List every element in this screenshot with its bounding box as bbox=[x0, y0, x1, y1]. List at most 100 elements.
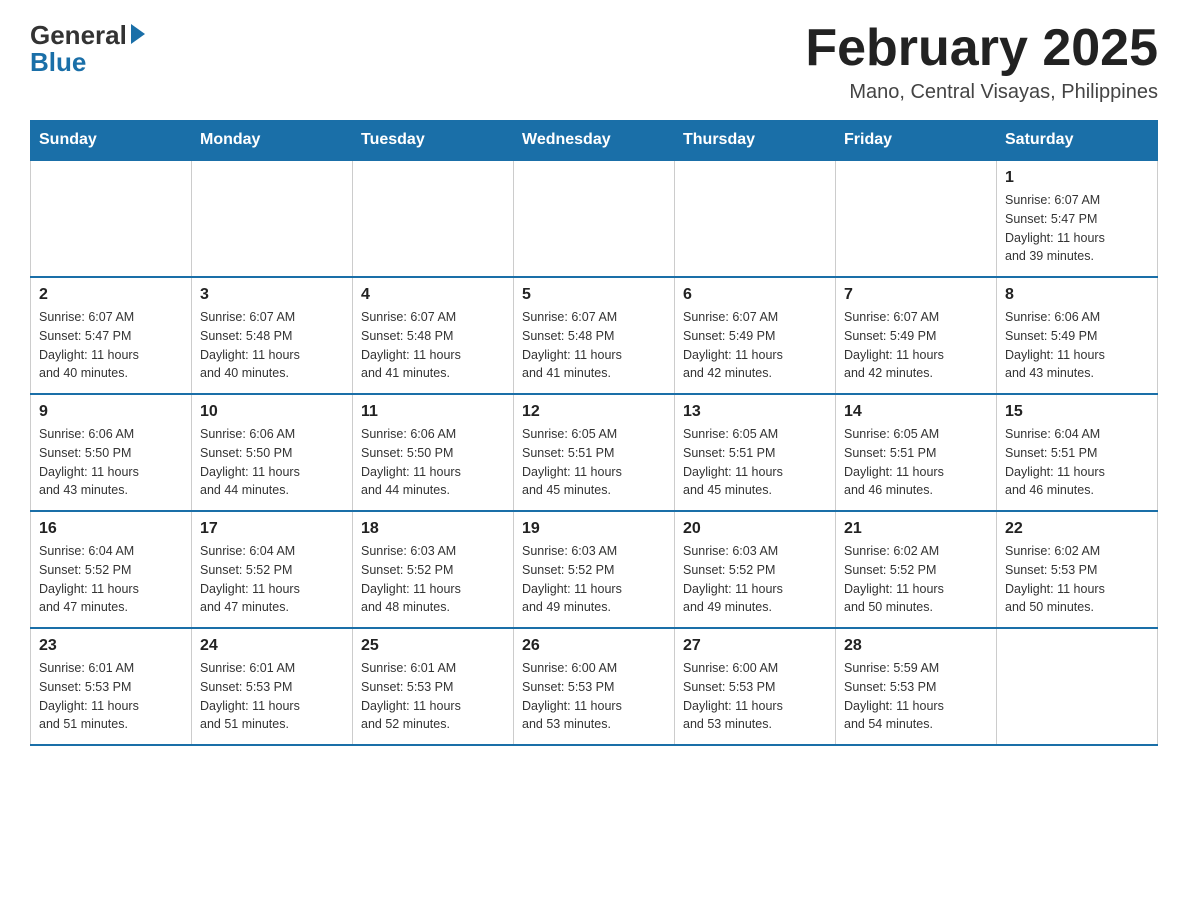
day-number: 22 bbox=[1005, 520, 1149, 538]
day-number: 7 bbox=[844, 286, 988, 304]
calendar-cell: 9 Sunrise: 6:06 AM Sunset: 5:50 PM Daylig… bbox=[31, 394, 192, 511]
calendar-cell: 26 Sunrise: 6:00 AM Sunset: 5:53 PM Dayli… bbox=[514, 628, 675, 745]
day-number: 19 bbox=[522, 520, 666, 538]
day-info: Sunrise: 6:03 AM Sunset: 5:52 PM Dayligh… bbox=[361, 542, 505, 617]
calendar-cell: 13 Sunrise: 6:05 AM Sunset: 5:51 PM Dayli… bbox=[675, 394, 836, 511]
calendar-cell: 28 Sunrise: 5:59 AM Sunset: 5:53 PM Dayli… bbox=[836, 628, 997, 745]
calendar-cell: 10 Sunrise: 6:06 AM Sunset: 5:50 PM Dayli… bbox=[192, 394, 353, 511]
calendar-cell: 12 Sunrise: 6:05 AM Sunset: 5:51 PM Dayli… bbox=[514, 394, 675, 511]
day-info: Sunrise: 6:05 AM Sunset: 5:51 PM Dayligh… bbox=[522, 425, 666, 500]
day-info: Sunrise: 6:07 AM Sunset: 5:48 PM Dayligh… bbox=[361, 308, 505, 383]
day-number: 12 bbox=[522, 403, 666, 421]
column-header-friday: Friday bbox=[836, 121, 997, 161]
calendar-cell: 11Sunrise: 6:06 AM Sunset: 5:50 PM Dayli… bbox=[353, 394, 514, 511]
day-info: Sunrise: 6:07 AM Sunset: 5:48 PM Dayligh… bbox=[200, 308, 344, 383]
calendar-week-row: 9 Sunrise: 6:06 AM Sunset: 5:50 PM Daylig… bbox=[31, 394, 1158, 511]
column-header-tuesday: Tuesday bbox=[353, 121, 514, 161]
day-number: 6 bbox=[683, 286, 827, 304]
day-number: 27 bbox=[683, 637, 827, 655]
day-info: Sunrise: 6:07 AM Sunset: 5:49 PM Dayligh… bbox=[844, 308, 988, 383]
column-header-sunday: Sunday bbox=[31, 121, 192, 161]
column-header-saturday: Saturday bbox=[997, 121, 1158, 161]
day-info: Sunrise: 6:06 AM Sunset: 5:50 PM Dayligh… bbox=[39, 425, 183, 500]
day-number: 18 bbox=[361, 520, 505, 538]
calendar-cell: 23Sunrise: 6:01 AM Sunset: 5:53 PM Dayli… bbox=[31, 628, 192, 745]
calendar-cell bbox=[192, 160, 353, 277]
calendar-cell: 6 Sunrise: 6:07 AM Sunset: 5:49 PM Daylig… bbox=[675, 277, 836, 394]
day-info: Sunrise: 6:07 AM Sunset: 5:47 PM Dayligh… bbox=[1005, 191, 1149, 266]
calendar-cell bbox=[675, 160, 836, 277]
day-number: 14 bbox=[844, 403, 988, 421]
day-info: Sunrise: 6:05 AM Sunset: 5:51 PM Dayligh… bbox=[683, 425, 827, 500]
calendar-cell: 16 Sunrise: 6:04 AM Sunset: 5:52 PM Dayli… bbox=[31, 511, 192, 628]
day-info: Sunrise: 6:06 AM Sunset: 5:49 PM Dayligh… bbox=[1005, 308, 1149, 383]
calendar-cell: 27 Sunrise: 6:00 AM Sunset: 5:53 PM Dayli… bbox=[675, 628, 836, 745]
day-info: Sunrise: 6:01 AM Sunset: 5:53 PM Dayligh… bbox=[200, 659, 344, 734]
day-info: Sunrise: 6:04 AM Sunset: 5:52 PM Dayligh… bbox=[200, 542, 344, 617]
calendar-week-row: 23 Sunrise: 6:01 AM Sunset: 5:53 PM Dayli… bbox=[31, 628, 1158, 745]
month-title: February 2025 bbox=[805, 20, 1158, 77]
day-number: 23 bbox=[39, 637, 183, 655]
calendar-header-row: SundayMondayTuesdayWednesdayThursdayFrid… bbox=[31, 121, 1158, 161]
calendar-cell: 15Sunrise: 6:04 AM Sunset: 5:51 PM Dayli… bbox=[997, 394, 1158, 511]
day-number: 25 bbox=[361, 637, 505, 655]
calendar-cell bbox=[997, 628, 1158, 745]
day-number: 11 bbox=[361, 403, 505, 421]
logo: General Blue bbox=[30, 20, 145, 78]
calendar-cell bbox=[31, 160, 192, 277]
day-number: 13 bbox=[683, 403, 827, 421]
calendar-cell bbox=[514, 160, 675, 277]
day-info: Sunrise: 6:00 AM Sunset: 5:53 PM Dayligh… bbox=[522, 659, 666, 734]
day-number: 10 bbox=[200, 403, 344, 421]
calendar-cell: 5 Sunrise: 6:07 AM Sunset: 5:48 PM Daylig… bbox=[514, 277, 675, 394]
day-number: 3 bbox=[200, 286, 344, 304]
calendar-week-row: 16 Sunrise: 6:04 AM Sunset: 5:52 PM Dayli… bbox=[31, 511, 1158, 628]
day-number: 2 bbox=[39, 286, 183, 304]
calendar-cell: 17Sunrise: 6:04 AM Sunset: 5:52 PM Dayli… bbox=[192, 511, 353, 628]
day-info: Sunrise: 6:03 AM Sunset: 5:52 PM Dayligh… bbox=[683, 542, 827, 617]
day-number: 28 bbox=[844, 637, 988, 655]
logo-arrow-icon bbox=[131, 24, 145, 44]
calendar-week-row: 2 Sunrise: 6:07 AM Sunset: 5:47 PM Daylig… bbox=[31, 277, 1158, 394]
day-number: 16 bbox=[39, 520, 183, 538]
calendar-cell: 20 Sunrise: 6:03 AM Sunset: 5:52 PM Dayli… bbox=[675, 511, 836, 628]
day-info: Sunrise: 6:00 AM Sunset: 5:53 PM Dayligh… bbox=[683, 659, 827, 734]
calendar-cell: 19 Sunrise: 6:03 AM Sunset: 5:52 PM Dayli… bbox=[514, 511, 675, 628]
column-header-monday: Monday bbox=[192, 121, 353, 161]
calendar-cell: 14 Sunrise: 6:05 AM Sunset: 5:51 PM Dayli… bbox=[836, 394, 997, 511]
day-info: Sunrise: 6:07 AM Sunset: 5:47 PM Dayligh… bbox=[39, 308, 183, 383]
calendar-cell: 24 Sunrise: 6:01 AM Sunset: 5:53 PM Dayli… bbox=[192, 628, 353, 745]
day-number: 21 bbox=[844, 520, 988, 538]
day-number: 26 bbox=[522, 637, 666, 655]
day-info: Sunrise: 6:01 AM Sunset: 5:53 PM Dayligh… bbox=[361, 659, 505, 734]
day-number: 24 bbox=[200, 637, 344, 655]
calendar-cell: 8Sunrise: 6:06 AM Sunset: 5:49 PM Daylig… bbox=[997, 277, 1158, 394]
calendar-cell: 22Sunrise: 6:02 AM Sunset: 5:53 PM Dayli… bbox=[997, 511, 1158, 628]
calendar-week-row: 1 Sunrise: 6:07 AM Sunset: 5:47 PM Daylig… bbox=[31, 160, 1158, 277]
day-info: Sunrise: 6:07 AM Sunset: 5:49 PM Dayligh… bbox=[683, 308, 827, 383]
day-number: 9 bbox=[39, 403, 183, 421]
title-section: February 2025 Mano, Central Visayas, Phi… bbox=[805, 20, 1158, 104]
day-info: Sunrise: 6:05 AM Sunset: 5:51 PM Dayligh… bbox=[844, 425, 988, 500]
calendar-cell bbox=[836, 160, 997, 277]
column-header-thursday: Thursday bbox=[675, 121, 836, 161]
column-header-wednesday: Wednesday bbox=[514, 121, 675, 161]
day-number: 5 bbox=[522, 286, 666, 304]
day-info: Sunrise: 6:03 AM Sunset: 5:52 PM Dayligh… bbox=[522, 542, 666, 617]
calendar-cell bbox=[353, 160, 514, 277]
day-number: 1 bbox=[1005, 169, 1149, 187]
calendar-cell: 3 Sunrise: 6:07 AM Sunset: 5:48 PM Daylig… bbox=[192, 277, 353, 394]
day-number: 4 bbox=[361, 286, 505, 304]
location-subtitle: Mano, Central Visayas, Philippines bbox=[805, 81, 1158, 104]
calendar-cell: 7 Sunrise: 6:07 AM Sunset: 5:49 PM Daylig… bbox=[836, 277, 997, 394]
calendar-cell: 4 Sunrise: 6:07 AM Sunset: 5:48 PM Daylig… bbox=[353, 277, 514, 394]
day-info: Sunrise: 5:59 AM Sunset: 5:53 PM Dayligh… bbox=[844, 659, 988, 734]
day-number: 20 bbox=[683, 520, 827, 538]
day-info: Sunrise: 6:07 AM Sunset: 5:48 PM Dayligh… bbox=[522, 308, 666, 383]
calendar-cell: 2 Sunrise: 6:07 AM Sunset: 5:47 PM Daylig… bbox=[31, 277, 192, 394]
day-number: 15 bbox=[1005, 403, 1149, 421]
day-info: Sunrise: 6:06 AM Sunset: 5:50 PM Dayligh… bbox=[200, 425, 344, 500]
logo-blue-text: Blue bbox=[30, 47, 86, 78]
calendar-cell: 21Sunrise: 6:02 AM Sunset: 5:52 PM Dayli… bbox=[836, 511, 997, 628]
day-info: Sunrise: 6:04 AM Sunset: 5:52 PM Dayligh… bbox=[39, 542, 183, 617]
